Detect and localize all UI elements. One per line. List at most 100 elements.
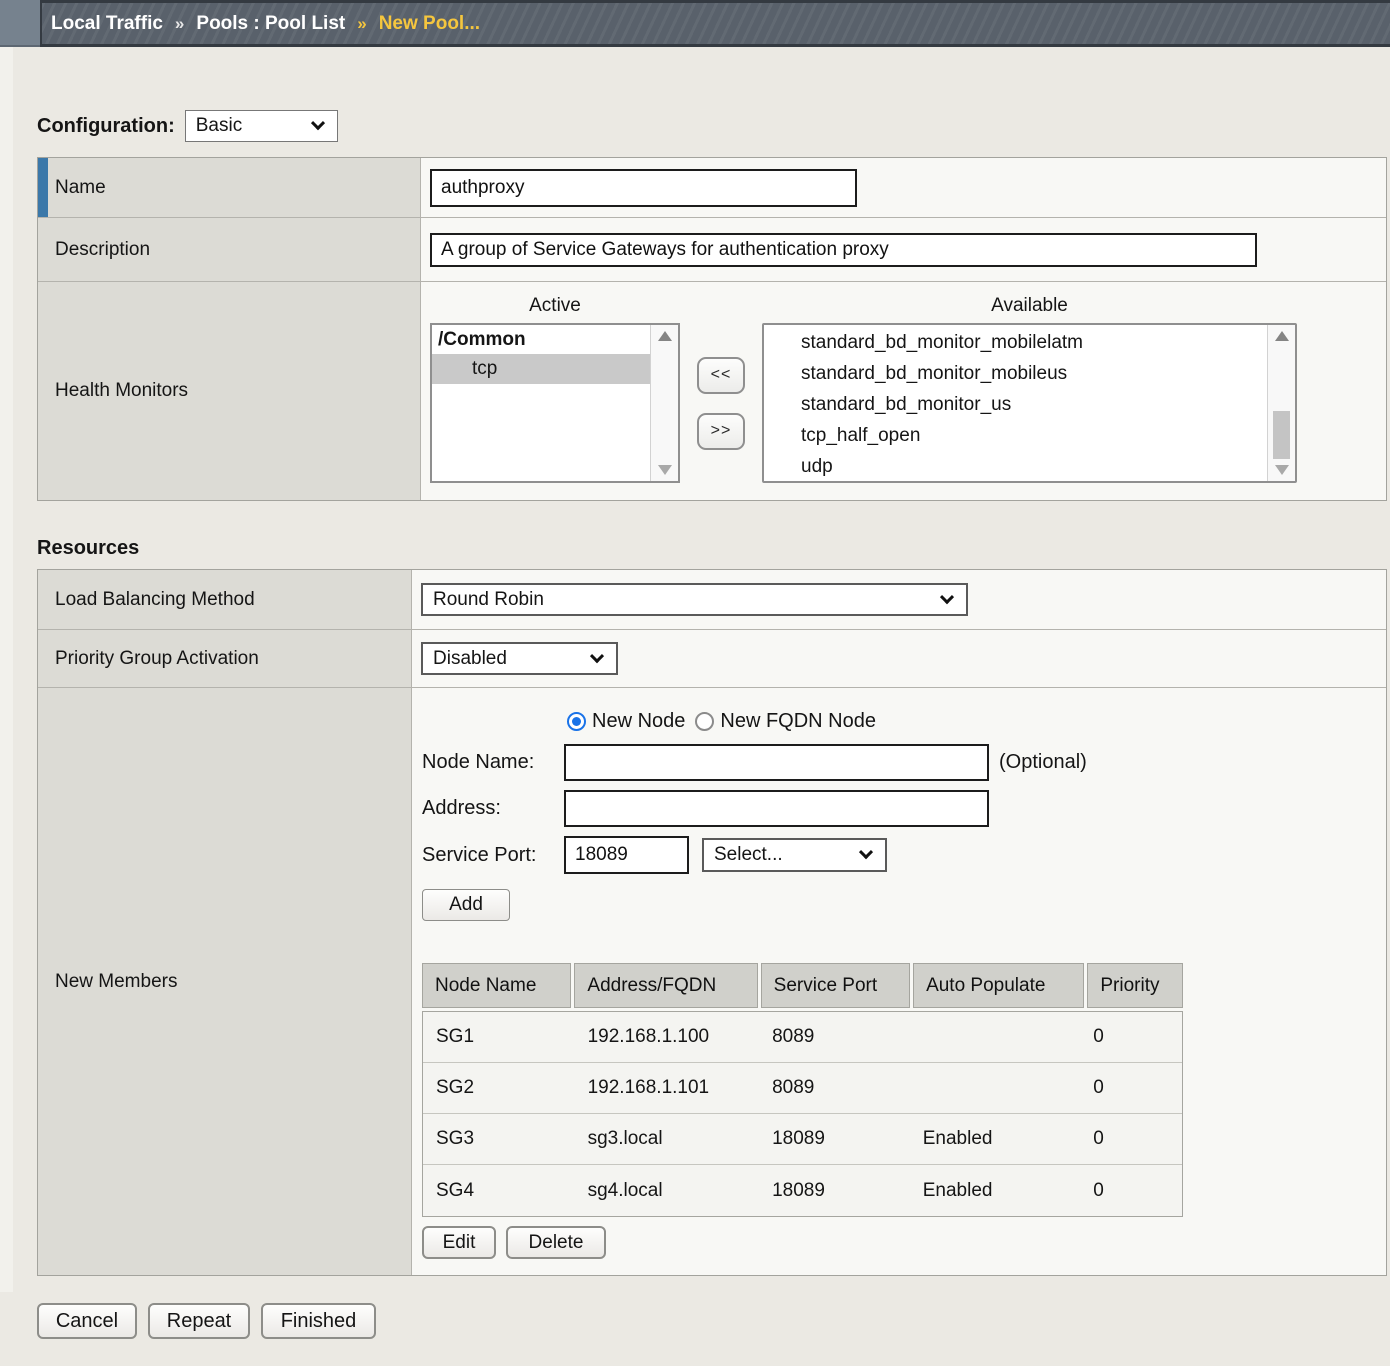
table-row[interactable]: SG1 192.168.1.100 8089 0 <box>423 1012 1182 1063</box>
chevron-down-icon <box>311 116 325 130</box>
members-row-actions: Edit Delete <box>422 1226 1386 1259</box>
cell-node-name: SG3 <box>423 1114 575 1164</box>
available-monitor-item[interactable]: udp <box>764 451 1267 481</box>
address-label: Address: <box>422 797 564 820</box>
cell-address: 192.168.1.100 <box>575 1012 760 1062</box>
breadcrumb-path[interactable]: Pools : Pool List <box>196 13 345 35</box>
move-to-available-button[interactable]: >> <box>697 413 745 450</box>
members-table-header: Node Name Address/FQDN Service Port Auto… <box>422 963 1183 1008</box>
cell-auto-populate <box>910 1063 1083 1113</box>
active-list-heading: Active <box>430 295 680 317</box>
address-input[interactable] <box>564 790 989 827</box>
table-row[interactable]: SG3 sg3.local 18089 Enabled 0 <box>423 1114 1182 1165</box>
scrollbar-thumb[interactable] <box>1273 411 1290 459</box>
nav-corner-block <box>0 0 40 47</box>
breadcrumb-separator-icon: » <box>175 14 184 34</box>
new-fqdn-node-radio[interactable] <box>695 712 714 731</box>
active-monitors-listbox[interactable]: /Common tcp <box>430 323 680 483</box>
cell-address: sg3.local <box>575 1114 760 1164</box>
load-balancing-row: Load Balancing Method Round Robin <box>38 570 1386 630</box>
cell-priority: 0 <box>1082 1012 1182 1062</box>
cell-service-port: 8089 <box>759 1063 910 1113</box>
scroll-down-icon[interactable] <box>1275 465 1289 475</box>
service-port-label: Service Port: <box>422 844 564 867</box>
available-monitor-item[interactable]: standard_bd_monitor_mobileus <box>764 358 1267 389</box>
scroll-up-icon[interactable] <box>1275 331 1289 341</box>
scroll-down-icon[interactable] <box>658 465 672 475</box>
cell-address: 192.168.1.101 <box>575 1063 760 1113</box>
priority-group-row: Priority Group Activation Disabled <box>38 630 1386 688</box>
optional-note: (Optional) <box>999 751 1087 774</box>
health-monitors-headings: Active Available <box>430 295 1374 317</box>
name-row: Name <box>38 158 1386 218</box>
active-listbox-scrollbar[interactable] <box>650 325 678 481</box>
cell-priority: 0 <box>1082 1165 1182 1216</box>
add-button[interactable]: Add <box>422 889 510 921</box>
form-footer: Cancel Repeat Finished <box>37 1303 376 1339</box>
priority-group-select-value: Disabled <box>433 648 507 670</box>
node-name-label: Node Name: <box>422 751 564 774</box>
service-port-input[interactable] <box>564 836 689 874</box>
load-balancing-cell: Round Robin <box>412 570 1386 629</box>
cell-auto-populate <box>910 1012 1083 1062</box>
edit-button[interactable]: Edit <box>422 1226 496 1259</box>
finished-button[interactable]: Finished <box>261 1303 376 1339</box>
new-members-row: New Members New Node New FQDN Node Node … <box>38 688 1386 1275</box>
table-row[interactable]: SG2 192.168.1.101 8089 0 <box>423 1063 1182 1114</box>
load-balancing-label: Load Balancing Method <box>38 570 412 629</box>
new-fqdn-node-radio-label[interactable]: New FQDN Node <box>720 710 876 733</box>
column-header-address-fqdn: Address/FQDN <box>574 963 757 1008</box>
breadcrumb-separator-icon: » <box>357 14 366 34</box>
cell-auto-populate: Enabled <box>910 1114 1083 1164</box>
pool-form: Configuration: Basic Name Description He… <box>37 110 1387 1276</box>
service-port-select[interactable]: Select... <box>702 838 887 872</box>
node-type-radio-group: New Node New FQDN Node <box>567 710 1386 733</box>
column-header-node-name: Node Name <box>422 963 571 1008</box>
name-cell <box>421 158 1386 217</box>
cell-address: sg4.local <box>575 1165 760 1216</box>
health-monitors-row: Health Monitors Active Available /Common… <box>38 282 1386 500</box>
health-monitors-label: Health Monitors <box>38 282 421 500</box>
name-input[interactable] <box>430 169 857 207</box>
configuration-label: Configuration: <box>37 115 175 138</box>
load-balancing-select[interactable]: Round Robin <box>421 583 968 616</box>
cell-service-port: 8089 <box>759 1012 910 1062</box>
cell-priority: 0 <box>1082 1114 1182 1164</box>
available-monitor-item[interactable]: standard_bd_monitor_mobilelatm <box>764 327 1267 358</box>
repeat-button[interactable]: Repeat <box>148 1303 250 1339</box>
breadcrumb-current-page: New Pool... <box>379 13 480 35</box>
available-monitor-item[interactable]: standard_bd_monitor_us <box>764 389 1267 420</box>
breadcrumb: Local Traffic » Pools : Pool List » New … <box>40 0 1390 47</box>
new-members-label: New Members <box>38 688 412 1275</box>
node-name-line: Node Name: (Optional) <box>422 744 1386 781</box>
priority-group-select[interactable]: Disabled <box>421 642 618 675</box>
description-row: Description <box>38 218 1386 282</box>
cell-node-name: SG1 <box>423 1012 575 1062</box>
cancel-button[interactable]: Cancel <box>37 1303 137 1339</box>
members-table-body: SG1 192.168.1.100 8089 0 SG2 192.168.1.1… <box>422 1011 1183 1217</box>
configuration-row: Configuration: Basic <box>37 110 1387 142</box>
new-members-table: Node Name Address/FQDN Service Port Auto… <box>422 963 1183 1217</box>
scroll-up-icon[interactable] <box>658 331 672 341</box>
cell-priority: 0 <box>1082 1063 1182 1113</box>
delete-button[interactable]: Delete <box>506 1226 606 1259</box>
general-properties-table: Name Description Health Monitors Active … <box>37 157 1387 501</box>
breadcrumb-section[interactable]: Local Traffic <box>51 13 163 35</box>
configuration-select[interactable]: Basic <box>185 110 338 142</box>
available-monitors-listbox[interactable]: standard_bd_monitor_mobilelatm standard_… <box>762 323 1297 483</box>
new-node-radio[interactable] <box>567 712 586 731</box>
move-to-active-button[interactable]: << <box>697 357 745 394</box>
resources-table: Load Balancing Method Round Robin Priori… <box>37 569 1387 1276</box>
node-name-input[interactable] <box>564 744 989 781</box>
active-monitor-item[interactable]: tcp <box>432 354 650 384</box>
cell-service-port: 18089 <box>759 1114 910 1164</box>
left-margin-strip <box>0 47 13 1292</box>
description-input[interactable] <box>430 233 1257 267</box>
cell-auto-populate: Enabled <box>910 1165 1083 1216</box>
table-row[interactable]: SG4 sg4.local 18089 Enabled 0 <box>423 1165 1182 1216</box>
available-listbox-scrollbar[interactable] <box>1267 325 1295 481</box>
available-monitor-item[interactable]: tcp_half_open <box>764 420 1267 451</box>
new-node-radio-label[interactable]: New Node <box>592 710 685 733</box>
load-balancing-select-value: Round Robin <box>433 589 544 611</box>
cell-service-port: 18089 <box>759 1165 910 1216</box>
